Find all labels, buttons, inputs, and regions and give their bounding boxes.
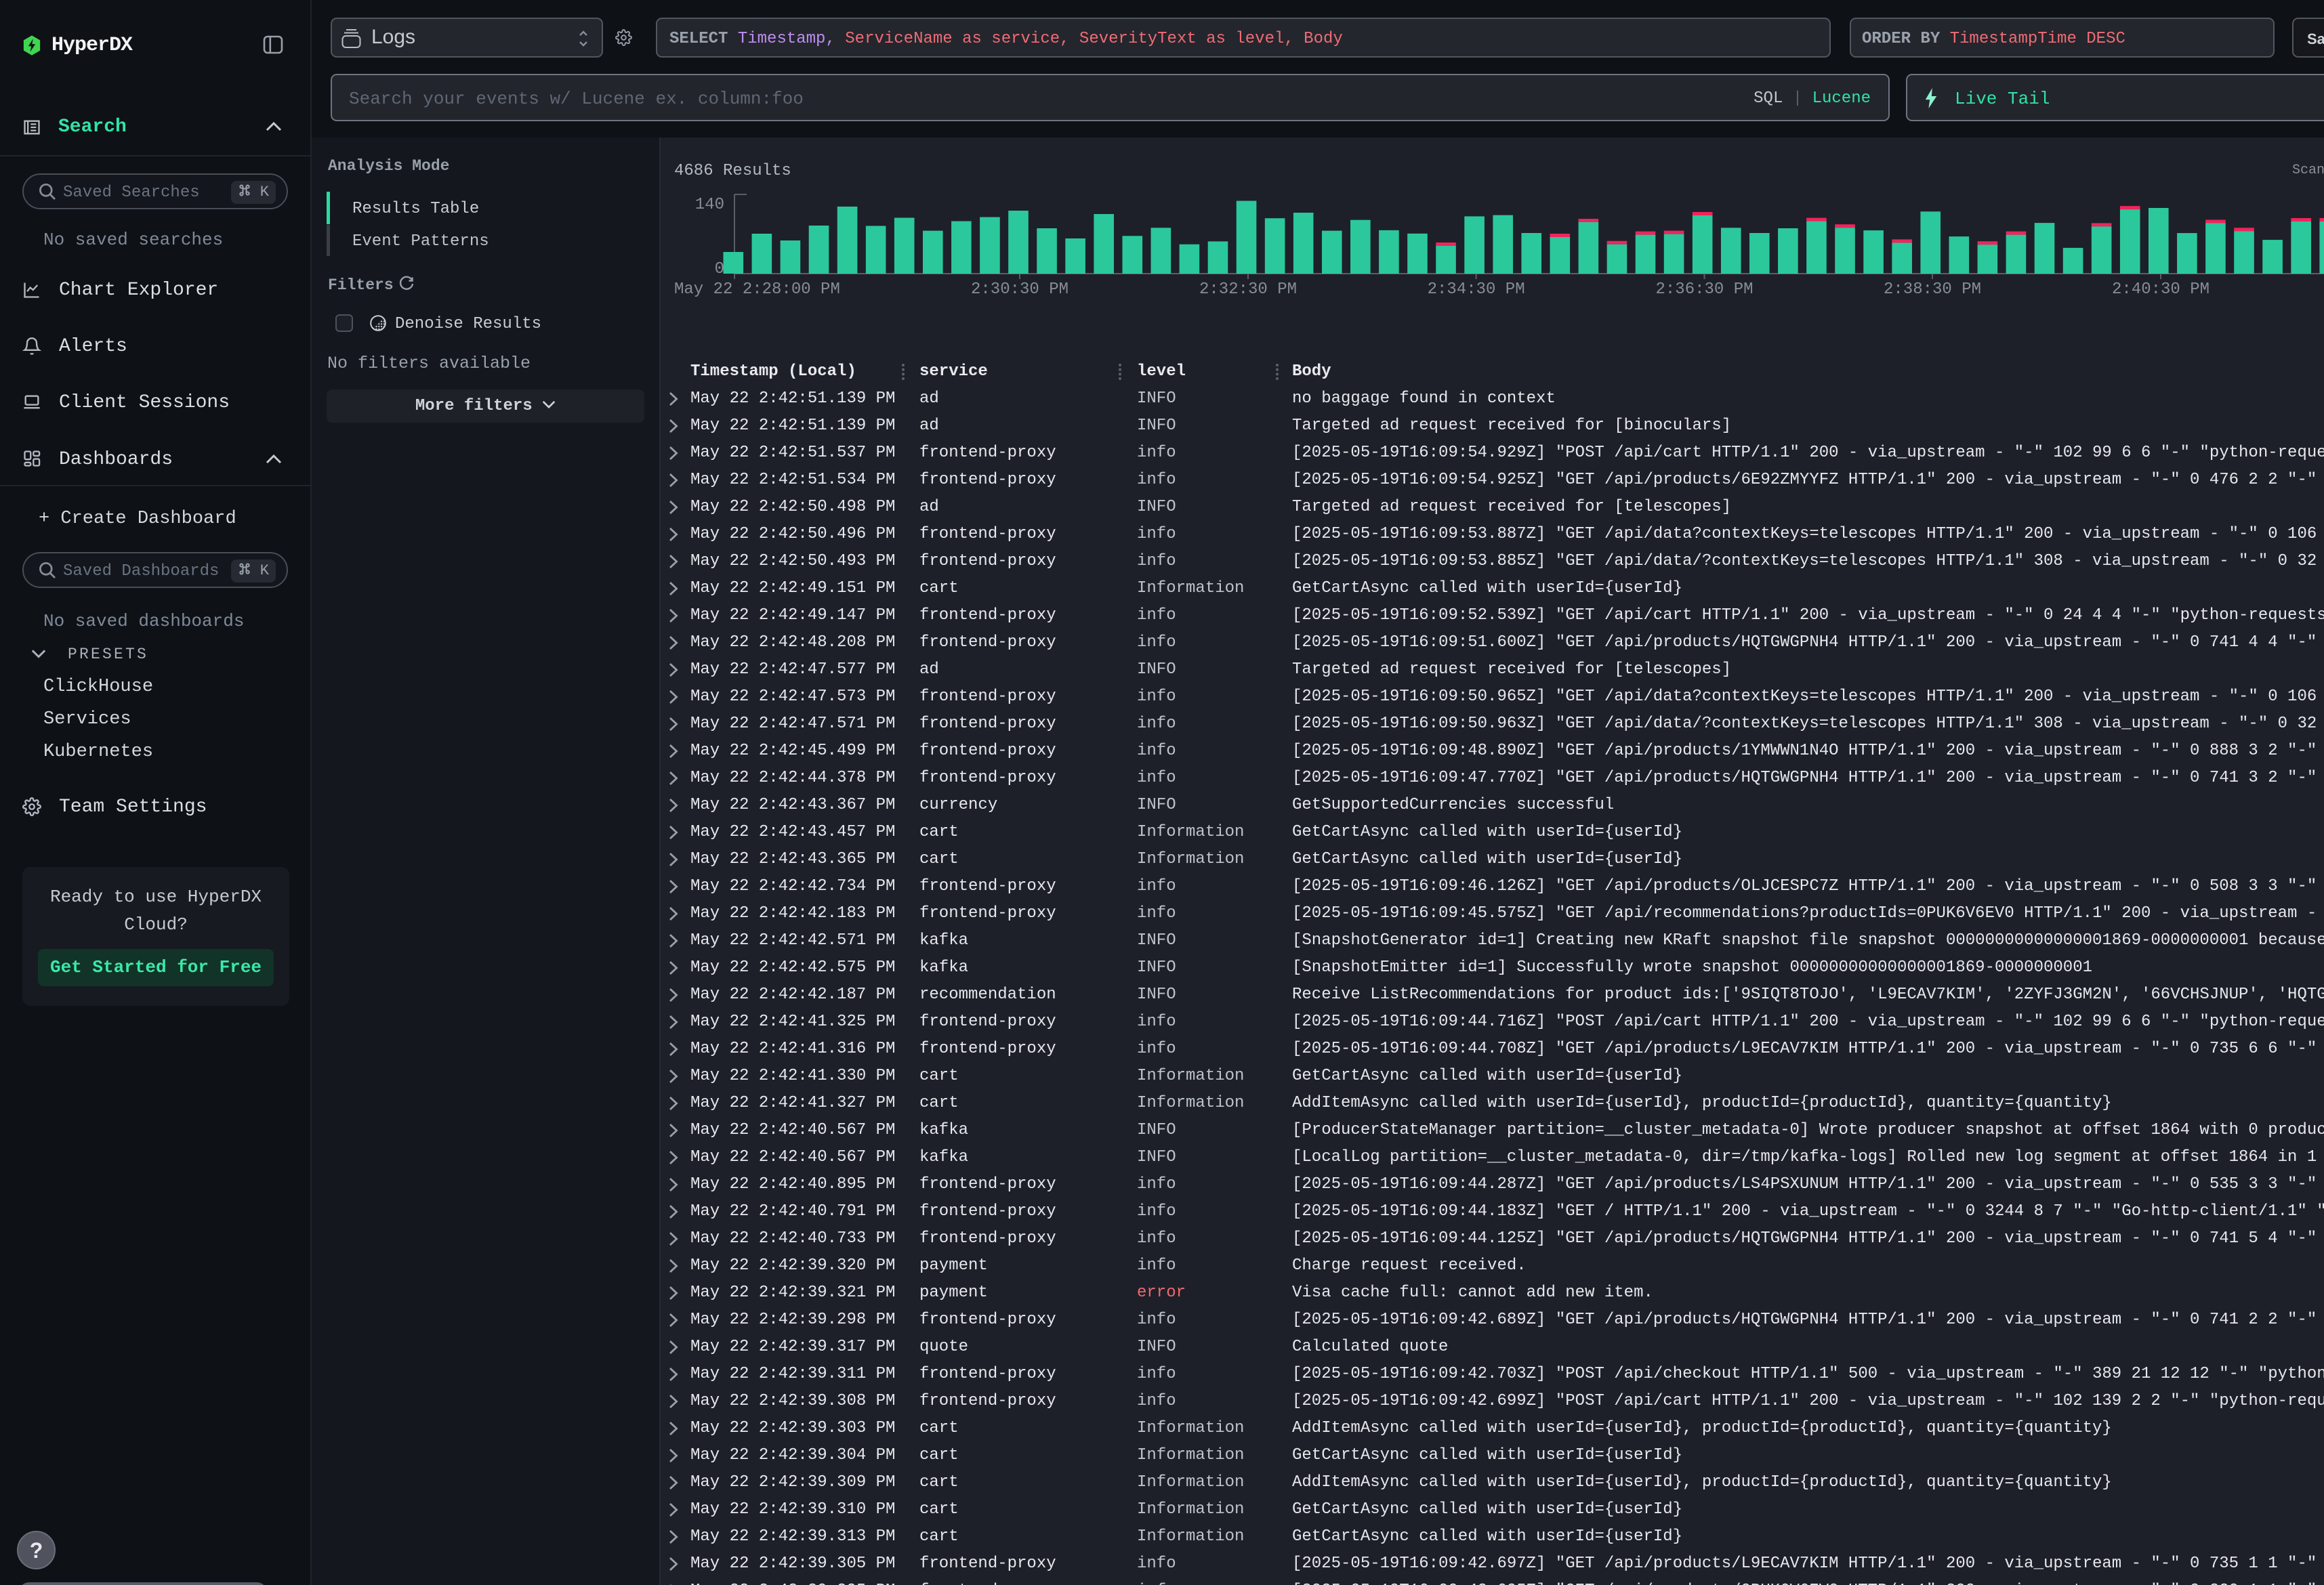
svg-text:140: 140: [695, 196, 724, 214]
svg-text:2:32:30 PM: 2:32:30 PM: [1199, 280, 1297, 299]
svg-text:2:38:30 PM: 2:38:30 PM: [1884, 280, 1981, 299]
svg-text:May 22 2:28:00 PM: May 22 2:28:00 PM: [674, 280, 840, 299]
svg-text:2:36:30 PM: 2:36:30 PM: [1655, 280, 1753, 299]
svg-text:0: 0: [715, 260, 724, 278]
svg-text:2:34:30 PM: 2:34:30 PM: [1428, 280, 1525, 299]
svg-text:2:40:30 PM: 2:40:30 PM: [2112, 280, 2209, 299]
svg-text:2:30:30 PM: 2:30:30 PM: [971, 280, 1068, 299]
